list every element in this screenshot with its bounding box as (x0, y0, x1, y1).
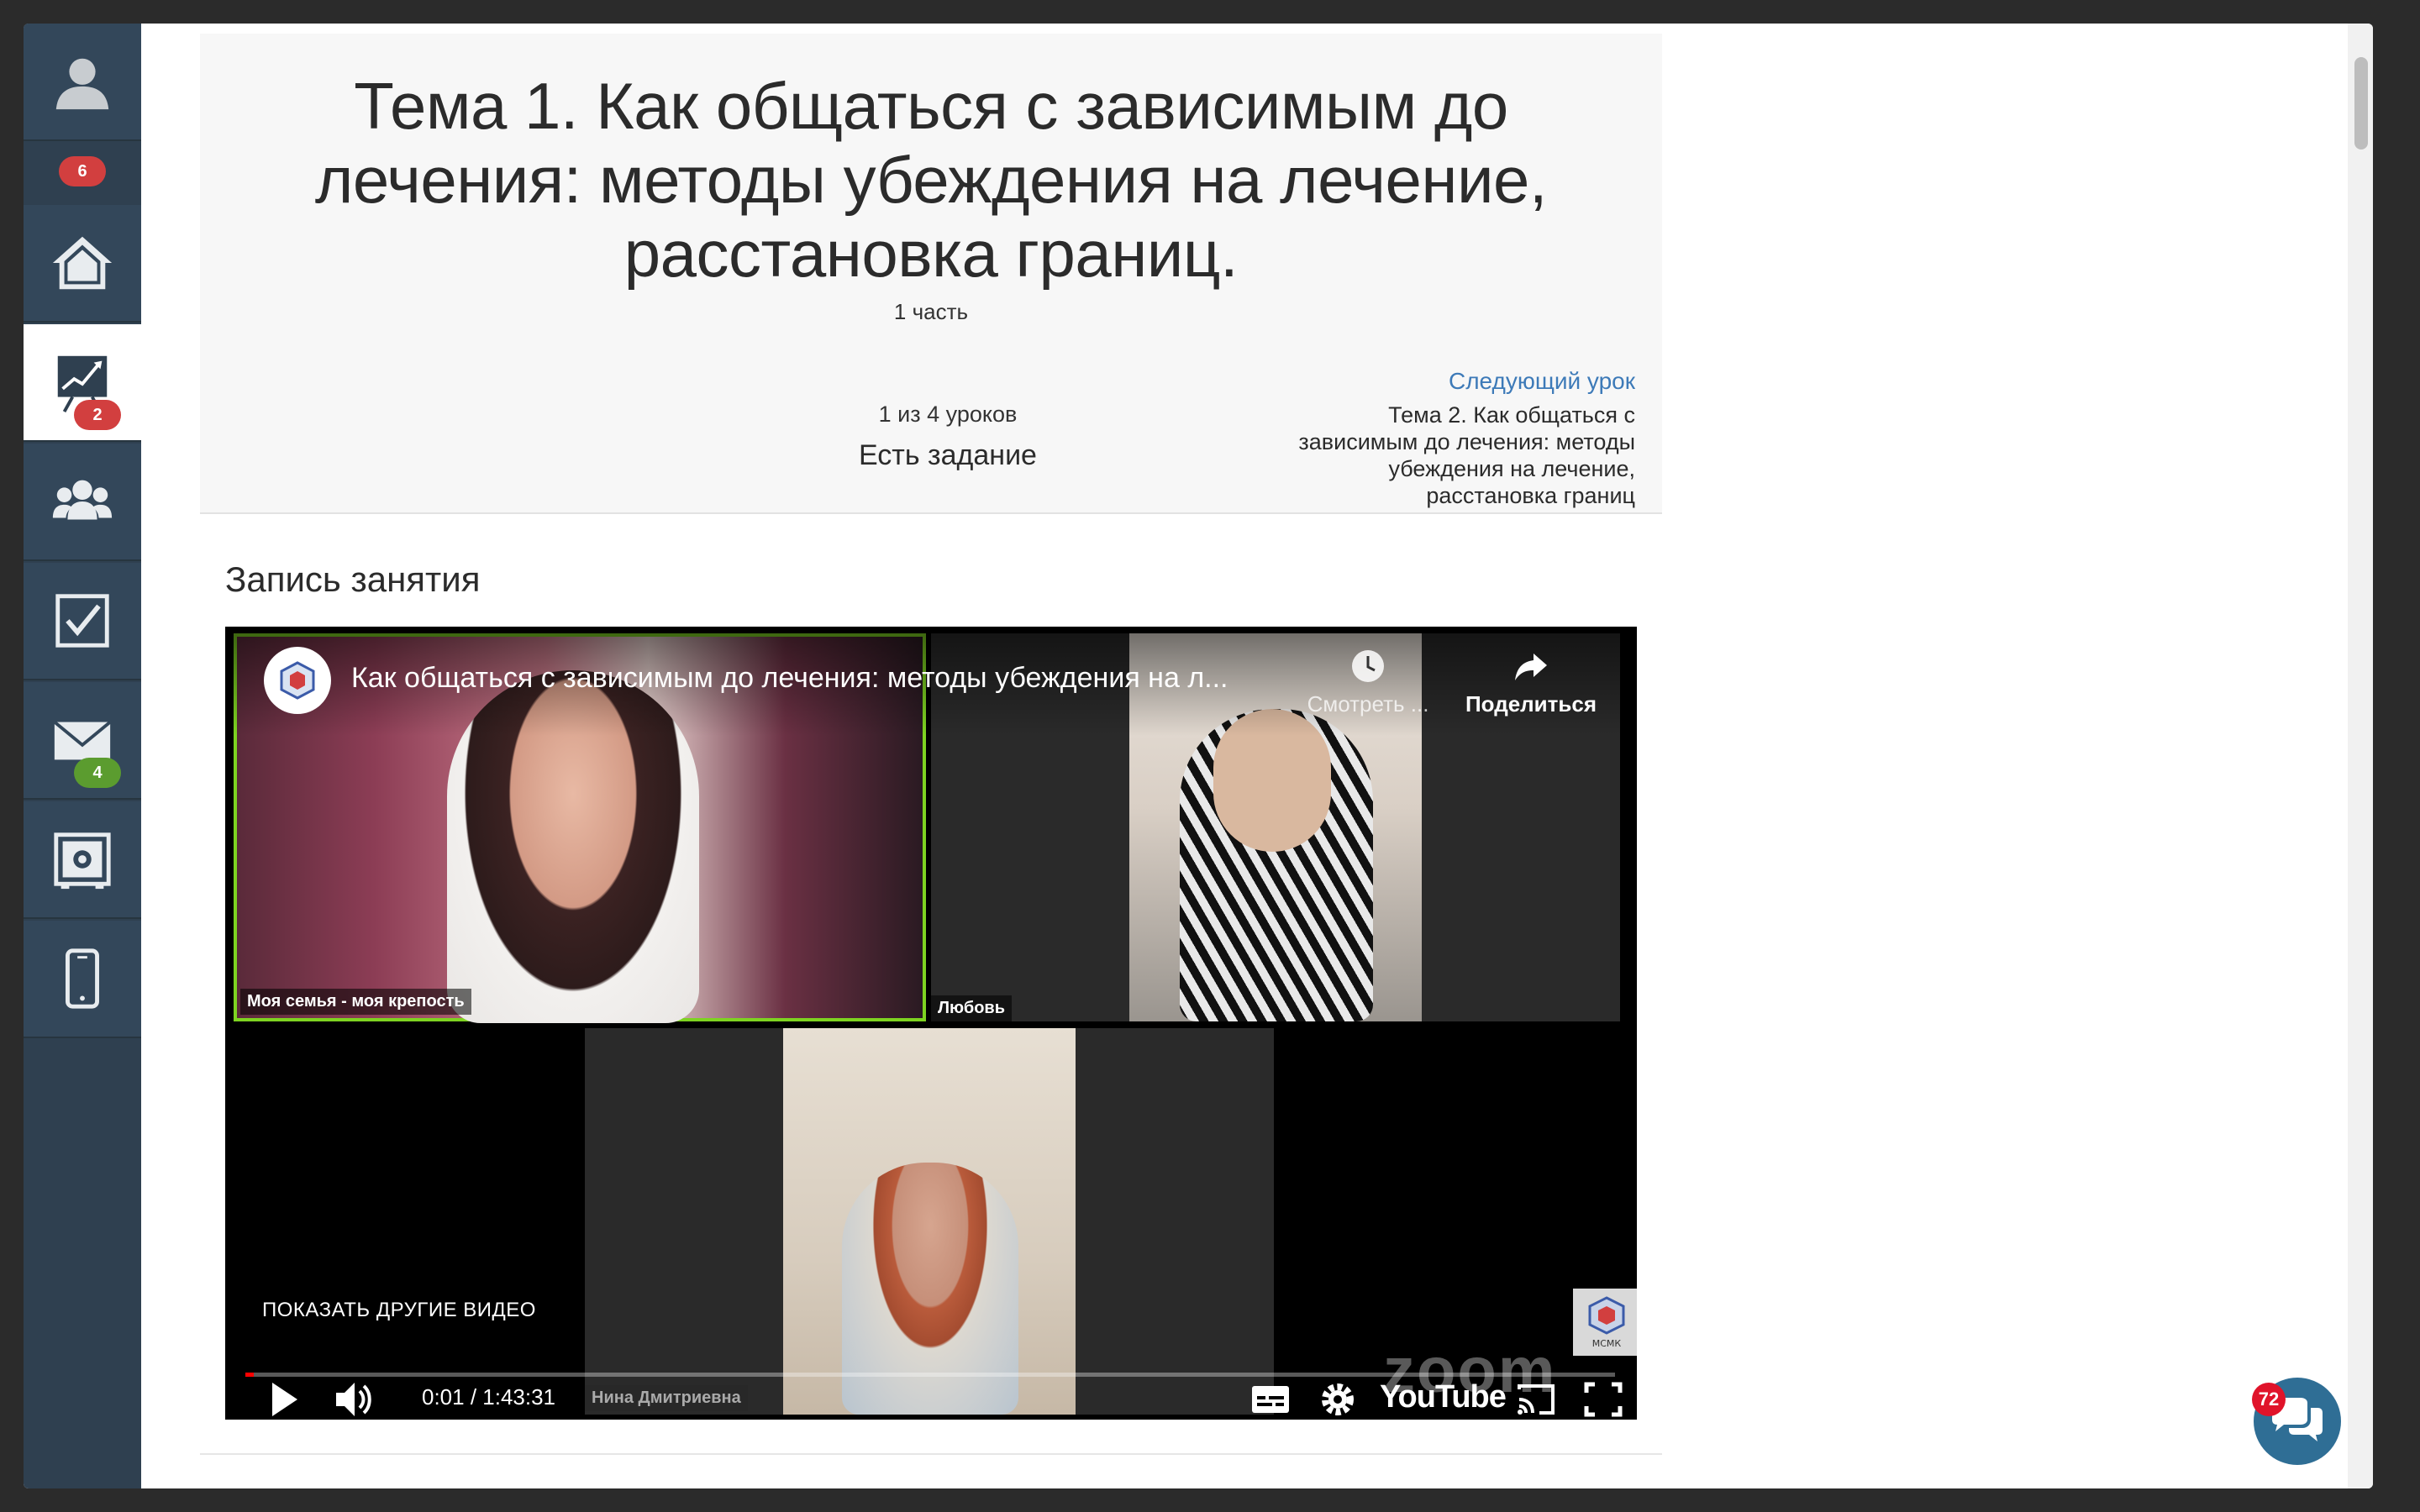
sidebar-badge-messages: 4 (74, 758, 121, 788)
content-divider (200, 1453, 1662, 1455)
sidebar-item-safe[interactable] (24, 801, 141, 919)
video-progress-fill (245, 1373, 254, 1377)
settings-button[interactable] (1316, 1378, 1360, 1420)
user-avatar-icon (50, 49, 115, 114)
lesson-counter: 1 из 4 уроков (878, 402, 1018, 427)
subtitles-icon (1252, 1386, 1289, 1413)
sidebar-badge-lessons: 2 (74, 400, 121, 430)
participant-name: Моя семья - моя крепость (240, 989, 471, 1015)
sidebar-item-mobile[interactable] (24, 921, 141, 1038)
video-controls: 0:01 / 1:43:31 YouTube (225, 1379, 1637, 1420)
volume-button[interactable] (333, 1378, 376, 1420)
chat-badge: 72 (2252, 1383, 2286, 1416)
fullscreen-icon (1584, 1382, 1623, 1417)
phone-icon (66, 948, 99, 1009)
msmk-logo-text: МСМК (1592, 1338, 1622, 1349)
gear-icon (1322, 1383, 1354, 1415)
msmk-logo-icon: МСМК (1588, 1296, 1625, 1349)
next-lesson: Следующий урок Тема 2. Как общаться с за… (1265, 368, 1635, 509)
youtube-logo[interactable]: YouTube (1380, 1379, 1507, 1415)
lesson-header: Тема 1. Как общаться с зависимым до лече… (200, 34, 1662, 514)
sidebar-item-groups[interactable] (24, 444, 141, 561)
channel-logo[interactable] (264, 647, 331, 714)
sidebar-item-profile[interactable] (24, 24, 141, 141)
clock-icon (1352, 650, 1384, 682)
play-icon (272, 1383, 297, 1416)
watch-later-button[interactable]: Смотреть ... (1292, 647, 1444, 717)
participant-video (783, 1028, 1076, 1415)
scrollbar[interactable] (2348, 24, 2373, 1488)
cast-button[interactable] (1514, 1378, 1558, 1420)
lesson-title: Тема 1. Как общаться с зависимым до лече… (314, 69, 1548, 291)
home-icon (52, 236, 113, 290)
users-icon (52, 480, 113, 520)
fullscreen-button[interactable] (1581, 1378, 1625, 1420)
next-lesson-title[interactable]: Тема 2. Как общаться с зависимым до лече… (1265, 402, 1635, 509)
volume-icon (336, 1383, 371, 1416)
browser-window: 6 2 4 Тема 1. Как общаться с зависимым д… (24, 24, 2373, 1488)
sidebar: 6 2 4 (24, 24, 141, 1488)
play-button[interactable] (266, 1378, 302, 1420)
cast-icon (1518, 1384, 1555, 1415)
share-button[interactable]: Поделиться (1455, 647, 1607, 717)
lesson-progress: 1 из 4 уроков Есть задание (847, 402, 1049, 472)
video-time: 0:01 / 1:43:31 (422, 1384, 556, 1410)
share-label: Поделиться (1465, 691, 1597, 717)
subtitles-button[interactable] (1249, 1378, 1292, 1420)
watch-later-label: Смотреть ... (1307, 691, 1429, 717)
channel-logo-icon (280, 661, 315, 700)
video-progress-bar[interactable] (245, 1373, 1615, 1377)
task-status: Есть задание (859, 439, 1037, 471)
next-lesson-link[interactable]: Следующий урок (1265, 368, 1635, 395)
video-player[interactable]: Моя семья - моя крепость Любовь Нина Дми… (225, 627, 1637, 1420)
sidebar-item-home[interactable] (24, 205, 141, 323)
scrollbar-thumb[interactable] (2354, 57, 2368, 150)
lesson-part: 1 часть (893, 299, 969, 324)
share-icon (1515, 654, 1547, 680)
more-videos-button[interactable]: ПОКАЗАТЬ ДРУГИЕ ВИДЕО (262, 1299, 536, 1322)
video-title[interactable]: Как общаться с зависимым до лечения: мет… (351, 662, 1242, 695)
checkbox-icon (55, 594, 109, 648)
safe-icon (54, 832, 111, 890)
section-title: Запись занятия (225, 559, 481, 599)
participant-name: Любовь (931, 995, 1013, 1021)
sidebar-badge-profile: 6 (59, 156, 106, 186)
sidebar-item-tasks[interactable] (24, 563, 141, 680)
participant-tile-3: Нина Дмитриевна (585, 1028, 1274, 1415)
msmk-logo: МСМК (1573, 1289, 1637, 1356)
